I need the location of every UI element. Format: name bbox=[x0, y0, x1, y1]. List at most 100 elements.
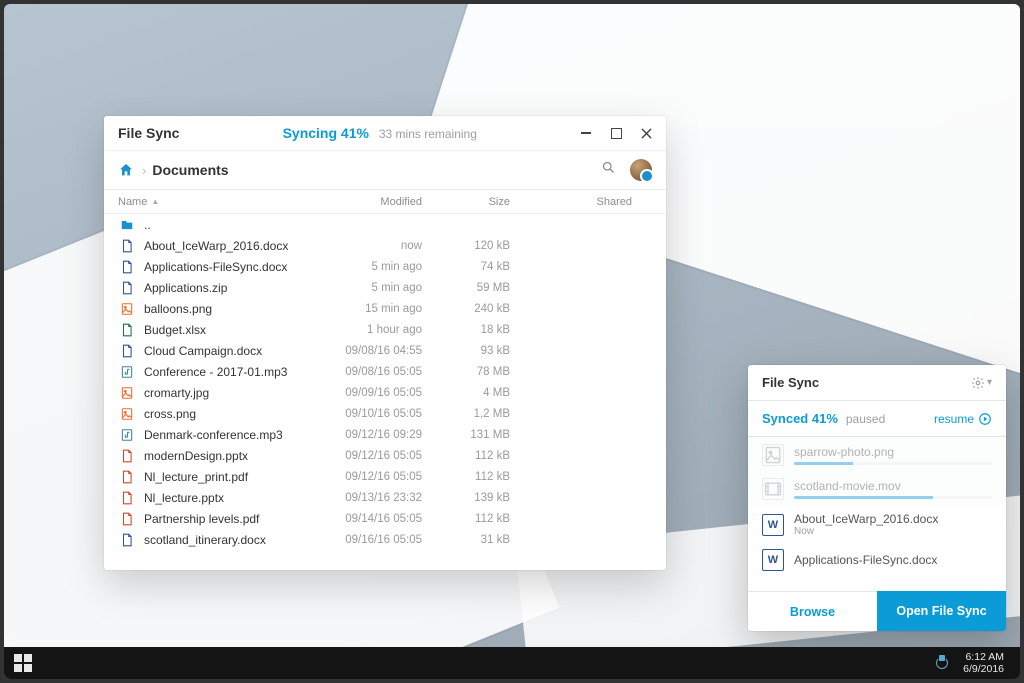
file-size: 59 MB bbox=[422, 282, 510, 294]
file-modified: 09/12/16 05:05 bbox=[326, 450, 422, 462]
chevron-down-icon: ▾ bbox=[987, 377, 992, 388]
panel-paused-label: paused bbox=[846, 412, 934, 426]
file-name: balloons.png bbox=[144, 302, 326, 316]
file-name: Conference - 2017-01.mp3 bbox=[144, 365, 326, 379]
file-row[interactable]: cromarty.jpg09/09/16 05:054 MB bbox=[104, 382, 666, 403]
maximize-button[interactable] bbox=[610, 127, 622, 139]
file-size: 120 kB bbox=[422, 240, 510, 252]
file-row[interactable]: Nl_lecture.pptx09/13/16 23:32139 kB bbox=[104, 487, 666, 508]
home-icon[interactable] bbox=[118, 162, 134, 178]
file-row[interactable]: Nl_lecture_print.pdf09/12/16 05:05112 kB bbox=[104, 466, 666, 487]
file-modified: 09/10/16 05:05 bbox=[326, 408, 422, 420]
file-row[interactable]: Conference - 2017-01.mp309/08/16 05:0578… bbox=[104, 361, 666, 382]
img-file-icon bbox=[762, 444, 784, 466]
open-file-sync-button[interactable]: Open File Sync bbox=[877, 591, 1006, 631]
file-row[interactable]: modernDesign.pptx09/12/16 05:05112 kB bbox=[104, 445, 666, 466]
file-size: 4 MB bbox=[422, 387, 510, 399]
file-size: 78 MB bbox=[422, 366, 510, 378]
file-row[interactable]: Cloud Campaign.docx09/08/16 04:5593 kB bbox=[104, 340, 666, 361]
panel-file-name: Applications-FileSync.docx bbox=[794, 553, 992, 567]
file-row[interactable]: Denmark-conference.mp309/12/16 09:29131 … bbox=[104, 424, 666, 445]
file-name: Cloud Campaign.docx bbox=[144, 344, 326, 358]
user-avatar[interactable] bbox=[630, 159, 652, 181]
file-name: modernDesign.pptx bbox=[144, 449, 326, 463]
panel-file-row[interactable]: scotland-movie.mov bbox=[748, 471, 1006, 505]
video-file-icon bbox=[762, 478, 784, 500]
word-file-icon bbox=[118, 239, 136, 253]
ppt-file-icon bbox=[118, 491, 136, 505]
desktop: File Sync Syncing 41% 33 mins remaining … bbox=[4, 4, 1020, 679]
file-modified: 1 hour ago bbox=[326, 324, 422, 336]
file-size: 240 kB bbox=[422, 303, 510, 315]
file-sync-window: File Sync Syncing 41% 33 mins remaining … bbox=[104, 116, 666, 570]
file-row[interactable]: Applications.zip5 min ago59 MB bbox=[104, 277, 666, 298]
mp3-file-icon bbox=[118, 365, 136, 379]
file-modified: 09/12/16 09:29 bbox=[326, 429, 422, 441]
window-title: File Sync bbox=[118, 125, 179, 141]
xls-file-icon bbox=[118, 323, 136, 337]
file-size: 1,2 MB bbox=[422, 408, 510, 420]
file-row[interactable]: scotland_itinerary.docx09/16/16 05:0531 … bbox=[104, 529, 666, 550]
clock-time: 6:12 AM bbox=[963, 651, 1004, 663]
minimize-button[interactable] bbox=[580, 127, 592, 139]
file-size: 31 kB bbox=[422, 534, 510, 546]
folder-file-icon bbox=[118, 218, 136, 232]
panel-title: File Sync bbox=[762, 375, 971, 390]
column-modified[interactable]: Modified bbox=[326, 196, 422, 208]
file-row[interactable]: balloons.png15 min ago240 kB bbox=[104, 298, 666, 319]
file-modified: 5 min ago bbox=[326, 282, 422, 294]
start-button[interactable] bbox=[14, 654, 32, 672]
ppt-file-icon bbox=[118, 449, 136, 463]
resume-button[interactable]: resume bbox=[934, 412, 992, 426]
img-file-icon bbox=[118, 302, 136, 316]
breadcrumb-current[interactable]: Documents bbox=[152, 162, 228, 178]
file-modified: 15 min ago bbox=[326, 303, 422, 315]
file-row[interactable]: Applications-FileSync.docx5 min ago74 kB bbox=[104, 256, 666, 277]
file-name: Partnership levels.pdf bbox=[144, 512, 326, 526]
sync-remaining: 33 mins remaining bbox=[379, 127, 477, 141]
breadcrumb-bar: › Documents bbox=[104, 150, 666, 190]
close-button[interactable] bbox=[640, 127, 652, 139]
sync-status: Syncing 41% 33 mins remaining bbox=[179, 125, 580, 141]
file-row[interactable]: cross.png09/10/16 05:051,2 MB bbox=[104, 403, 666, 424]
file-modified: now bbox=[326, 240, 422, 252]
sync-tray-icon[interactable] bbox=[933, 654, 951, 672]
pdf-file-icon bbox=[118, 470, 136, 484]
word-file-icon: W bbox=[762, 549, 784, 571]
panel-file-name: sparrow-photo.png bbox=[794, 445, 992, 459]
file-name: About_IceWarp_2016.docx bbox=[144, 239, 326, 253]
file-size: 93 kB bbox=[422, 345, 510, 357]
word-file-icon: W bbox=[762, 514, 784, 536]
search-icon[interactable] bbox=[601, 160, 616, 180]
pdf-file-icon bbox=[118, 512, 136, 526]
file-row[interactable]: .. bbox=[104, 214, 666, 235]
sort-caret-icon: ▲ bbox=[151, 197, 159, 206]
sync-percent: Syncing 41% bbox=[283, 125, 369, 141]
settings-button[interactable]: ▾ bbox=[971, 376, 992, 390]
file-row[interactable]: Partnership levels.pdf09/14/16 05:05112 … bbox=[104, 508, 666, 529]
window-titlebar[interactable]: File Sync Syncing 41% 33 mins remaining bbox=[104, 116, 666, 150]
browse-button[interactable]: Browse bbox=[748, 591, 877, 631]
mp3-file-icon bbox=[118, 428, 136, 442]
panel-file-subtext: Now bbox=[794, 526, 992, 537]
file-name: Nl_lecture_print.pdf bbox=[144, 470, 326, 484]
file-row[interactable]: Budget.xlsx1 hour ago18 kB bbox=[104, 319, 666, 340]
taskbar-clock[interactable]: 6:12 AM 6/9/2016 bbox=[963, 651, 1004, 675]
word-file-icon bbox=[118, 533, 136, 547]
breadcrumb-separator: › bbox=[142, 163, 146, 178]
file-size: 18 kB bbox=[422, 324, 510, 336]
file-size: 139 kB bbox=[422, 492, 510, 504]
panel-file-row[interactable]: W Applications-FileSync.docx bbox=[748, 542, 1006, 576]
file-name: cromarty.jpg bbox=[144, 386, 326, 400]
panel-sync-percent: Synced 41% bbox=[762, 411, 838, 426]
file-row[interactable]: About_IceWarp_2016.docxnow120 kB bbox=[104, 235, 666, 256]
progress-bar bbox=[794, 496, 992, 499]
column-size[interactable]: Size bbox=[422, 196, 510, 208]
file-modified: 09/08/16 05:05 bbox=[326, 366, 422, 378]
panel-file-row[interactable]: WAbout_IceWarp_2016.docxNow bbox=[748, 505, 1006, 542]
file-name: Denmark-conference.mp3 bbox=[144, 428, 326, 442]
column-shared[interactable]: Shared bbox=[510, 196, 652, 208]
sync-panel: File Sync ▾ Synced 41% paused resume spa… bbox=[748, 365, 1006, 631]
column-name[interactable]: Name ▲ bbox=[118, 196, 326, 208]
panel-file-row[interactable]: sparrow-photo.png bbox=[748, 437, 1006, 471]
